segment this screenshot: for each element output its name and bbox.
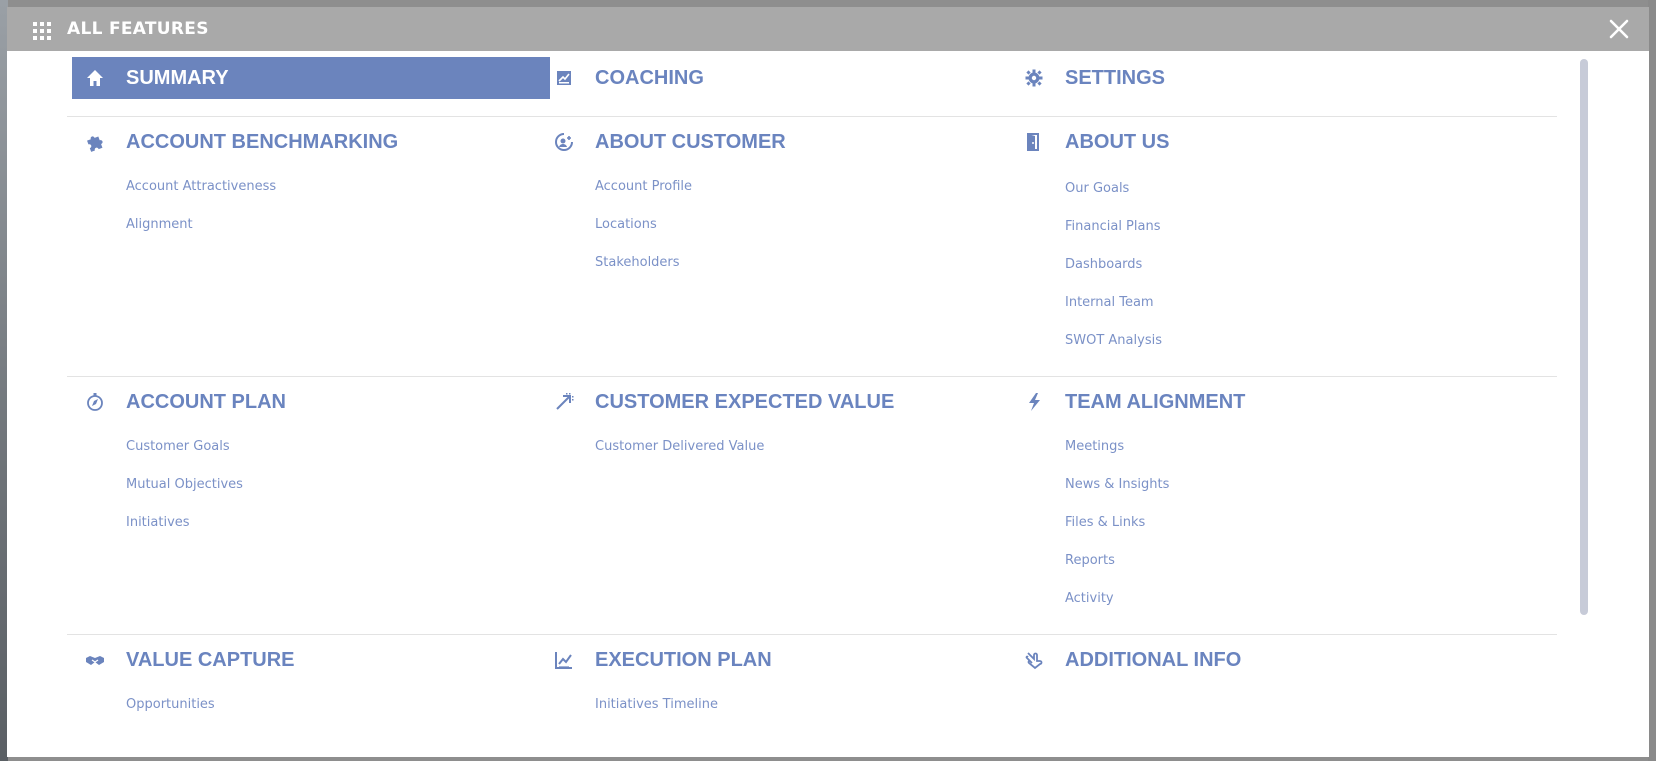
feature-title: CUSTOMER EXPECTED VALUE [595,390,895,413]
feature-about-us[interactable]: ABOUT US [1011,121,1169,163]
feature-link-opportunities[interactable]: Opportunities [126,697,215,712]
feature-link-stakeholders[interactable]: Stakeholders [595,255,680,270]
feature-link-reports[interactable]: Reports [1065,553,1115,568]
feature-title: SETTINGS [1065,66,1166,89]
feature-link-alignment[interactable]: Alignment [126,217,193,232]
feature-account-plan[interactable]: ACCOUNT PLAN [72,381,286,423]
scrollbar[interactable] [1580,59,1588,615]
feature-title: ADDITIONAL INFO [1065,648,1242,671]
feature-title: TEAM ALIGNMENT [1065,390,1246,413]
feature-link-files-links[interactable]: Files & Links [1065,515,1145,530]
feature-summary[interactable]: SUMMARY [72,57,550,99]
feature-link-news-insights[interactable]: News & Insights [1065,477,1169,492]
feature-coaching[interactable]: COACHING [541,57,704,99]
feature-team-alignment[interactable]: TEAM ALIGNMENT [1011,381,1245,423]
modal-title: ALL FEATURES [67,19,209,39]
lightning-icon [1024,392,1044,412]
section-divider [67,376,1557,377]
arrow-up-right-icon [554,392,574,412]
feature-title: EXECUTION PLAN [595,648,772,671]
feature-title: VALUE CAPTURE [126,648,295,671]
feature-settings[interactable]: SETTINGS [1011,57,1165,99]
section-divider [67,634,1557,635]
feature-title: ACCOUNT BENCHMARKING [126,130,399,153]
feature-account-benchmarking[interactable]: ACCOUNT BENCHMARKING [72,121,398,163]
close-icon[interactable] [1609,19,1629,39]
feature-additional-info[interactable]: ADDITIONAL INFO [1011,639,1241,681]
puzzle-icon [85,132,105,152]
feature-title: COACHING [595,66,704,89]
feature-link-customer-delivered-value[interactable]: Customer Delivered Value [595,439,764,454]
feature-about-customer[interactable]: ABOUT CUSTOMER [541,121,786,163]
feature-link-initiatives[interactable]: Initiatives [126,515,190,530]
feature-link-initiatives-timeline[interactable]: Initiatives Timeline [595,697,718,712]
door-icon [1024,132,1044,152]
feature-execution-plan[interactable]: EXECUTION PLAN [541,639,772,681]
feature-link-mutual-objectives[interactable]: Mutual Objectives [126,477,243,492]
customer-icon [554,132,574,152]
features-content: SUMMARY COACHING SETTINGS ACCOUNT BENCHMARK… [7,51,1649,757]
section-divider [67,116,1557,117]
feature-link-meetings[interactable]: Meetings [1065,439,1124,454]
feature-link-swot-analysis[interactable]: SWOT Analysis [1065,333,1162,348]
feature-title: ABOUT CUSTOMER [595,130,786,153]
home-icon [85,68,105,88]
feature-value-capture[interactable]: VALUE CAPTURE [72,639,295,681]
feature-link-our-goals[interactable]: Our Goals [1065,181,1129,196]
modal-header: ALL FEATURES [7,7,1649,51]
grid-icon [32,21,52,41]
feature-link-internal-team[interactable]: Internal Team [1065,295,1154,310]
background-right-edge [1648,0,1656,761]
compass-icon [85,392,105,412]
feature-title: SUMMARY [126,66,229,89]
hand-pointer-icon [1024,650,1044,670]
feature-link-dashboards[interactable]: Dashboards [1065,257,1142,272]
feature-link-financial-plans[interactable]: Financial Plans [1065,219,1161,234]
coaching-icon [554,68,574,88]
feature-title: ACCOUNT PLAN [126,390,286,413]
feature-link-locations[interactable]: Locations [595,217,657,232]
feature-link-activity[interactable]: Activity [1065,591,1114,606]
chart-line-icon [554,650,574,670]
all-features-modal: ALL FEATURES SUMMARY COACHING SETTINGS ACCO… [7,7,1649,757]
handshake-icon [85,650,105,670]
feature-customer-expected-value[interactable]: CUSTOMER EXPECTED VALUE [541,381,894,423]
gear-icon [1024,68,1044,88]
feature-link-account-attractiveness[interactable]: Account Attractiveness [126,179,276,194]
feature-link-customer-goals[interactable]: Customer Goals [126,439,230,454]
feature-link-account-profile[interactable]: Account Profile [595,179,692,194]
feature-title: ABOUT US [1065,130,1170,153]
